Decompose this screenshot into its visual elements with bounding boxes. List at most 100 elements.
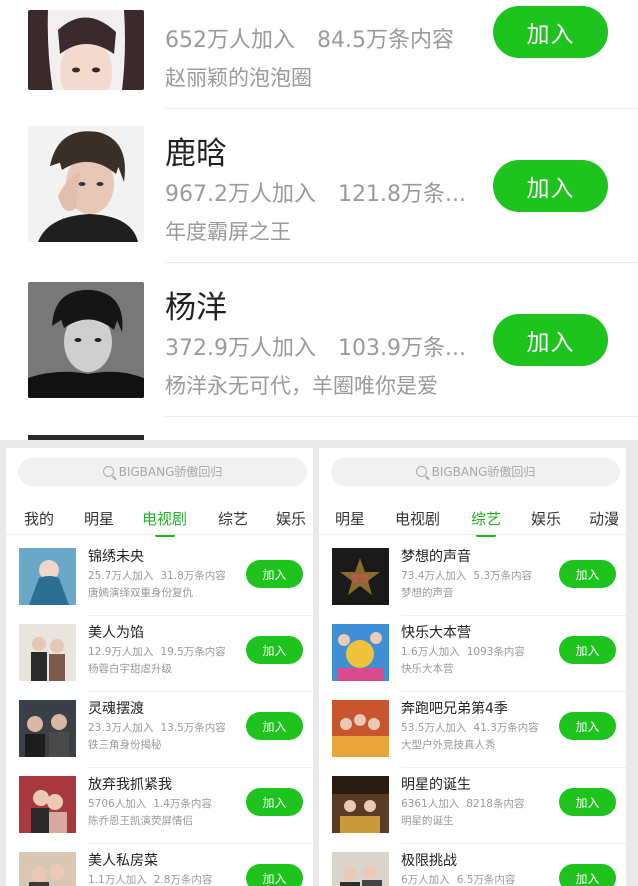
item-title: 放弃我抓紧我	[88, 777, 172, 793]
item-title: 明星的诞生	[401, 777, 471, 793]
content-count: 84.5万条内容	[317, 28, 454, 53]
tab-tv-drama[interactable]: 电视剧	[395, 508, 440, 529]
item-title: 奔跑吧兄弟第4季	[401, 701, 508, 717]
join-button[interactable]: 加入	[246, 712, 303, 740]
item-description: 明星的诞生	[401, 815, 454, 827]
search-icon	[102, 466, 114, 477]
tab-variety[interactable]: 综艺	[218, 508, 248, 529]
star-circle-list: 652万人加入 84.5万条内容 赵丽颖的泡泡圈 加入 鹿晗 967.2万人加入 1…	[0, 0, 638, 440]
tab-stars[interactable]: 明星	[335, 508, 365, 529]
tab-variety[interactable]: 综艺	[471, 508, 501, 537]
joined-count: 53.5万人加入	[401, 722, 467, 734]
join-button[interactable]: 加入	[246, 864, 303, 886]
list-item[interactable]: 美人私房菜 1.1万人加入 2.8万条内容 加入	[6, 844, 313, 886]
star-description: 赵丽颖的泡泡圈	[165, 66, 312, 90]
search-bar[interactable]: BIGBANG骄傲回归	[331, 458, 620, 486]
star-description: 杨洋永无可代，羊圈唯你是爱	[165, 374, 438, 398]
poster-thumbnail	[19, 852, 76, 886]
content-count: 41.3万条内容	[473, 722, 539, 734]
item-description: 杨蓉白宇甜虐升级	[88, 663, 172, 675]
star-description: 年度霸屏之王	[165, 220, 291, 244]
join-button[interactable]: 加入	[246, 560, 303, 588]
star-stats: 967.2万人加入 121.8万条...	[165, 176, 475, 208]
item-stats: 73.4万人加入 5.3万条内容	[401, 568, 532, 583]
item-description: 大型户外竞技真人秀	[401, 739, 496, 751]
item-description: 唐嫣演绎双重身份复仇	[88, 587, 193, 599]
join-button[interactable]: 加入	[493, 6, 608, 58]
list-item[interactable]: 奔跑吧兄弟第4季 53.5万人加入 41.3万条内容 大型户外竞技真人秀 加入	[319, 692, 626, 768]
list-item[interactable]: 极限挑战 6万人加入 6.5万条内容 加入	[319, 844, 626, 886]
join-button[interactable]: 加入	[493, 314, 608, 366]
join-button[interactable]: 加入	[246, 636, 303, 664]
search-placeholder: BIGBANG骄傲回归	[118, 465, 223, 479]
divider	[6, 534, 313, 535]
list-item[interactable]: 梦想 梦想的声音 73.4万人加入 5.3万条内容 梦想的声音 加入	[319, 540, 626, 616]
content-count: 31.8万条内容	[160, 570, 226, 582]
tab-mine[interactable]: 我的	[24, 508, 54, 529]
poster-thumbnail	[19, 700, 76, 757]
item-description: 梦想的声音	[401, 587, 454, 599]
item-title: 美人为馅	[88, 625, 144, 641]
join-button[interactable]: 加入	[559, 636, 616, 664]
list-item[interactable]: 灵魂摆渡 23.3万人加入 13.5万条内容 铁三角身份揭秘 加入	[6, 692, 313, 768]
joined-count: 372.9万人加入	[165, 336, 316, 361]
poster-thumbnail	[332, 776, 389, 833]
list-item[interactable]: 明星的诞生 6361人加入 8218条内容 明星的诞生 加入	[319, 768, 626, 844]
avatar	[28, 282, 144, 398]
star-name: 杨洋	[165, 290, 227, 326]
content-count: 103.9万条...	[337, 336, 466, 361]
poster-thumbnail	[19, 776, 76, 833]
content-count: 13.5万条内容	[160, 722, 226, 734]
tab-anime[interactable]: 动漫	[589, 508, 619, 529]
join-button[interactable]: 加入	[559, 788, 616, 816]
list-item[interactable]: 快乐大本营 1.6万人加入 1093条内容 快乐大本营 加入	[319, 616, 626, 692]
join-button[interactable]: 加入	[559, 712, 616, 740]
search-placeholder: BIGBANG骄傲回归	[431, 465, 536, 479]
item-description: 铁三角身份揭秘	[88, 739, 162, 751]
list-item[interactable]: 杨洋 372.9万人加入 103.9万条... 杨洋永无可代，羊圈唯你是爱 加入	[0, 272, 638, 426]
list-item[interactable]: 锦绣未央 25.7万人加入 31.8万条内容 唐嫣演绎双重身份复仇 加入	[6, 540, 313, 616]
poster-thumbnail: 梦想	[332, 548, 389, 605]
list-item[interactable]: 美人为馅 12.9万人加入 19.5万条内容 杨蓉白宇甜虐升级 加入	[6, 616, 313, 692]
poster-thumbnail	[19, 624, 76, 681]
star-name: 鹿晗	[165, 136, 227, 172]
list-item[interactable]: 放弃我抓紧我 5706人加入 1.4万条内容 陈乔恩王凯演荧屏情侣 加入	[6, 768, 313, 844]
search-bar[interactable]: BIGBANG骄傲回归	[18, 458, 307, 486]
joined-count: 12.9万人加入	[88, 646, 154, 658]
poster-thumbnail	[19, 548, 76, 605]
joined-count: 652万人加入	[165, 28, 295, 53]
joined-count: 1.1万人加入	[88, 874, 147, 886]
poster-thumbnail	[332, 700, 389, 757]
joined-count: 967.2万人加入	[165, 182, 316, 207]
poster-thumbnail	[332, 852, 389, 886]
tab-entertainment[interactable]: 娱乐	[531, 508, 561, 529]
star-stats: 652万人加入 84.5万条内容	[165, 22, 475, 54]
item-stats: 6361人加入 8218条内容	[401, 796, 524, 811]
tab-tv-drama[interactable]: 电视剧	[142, 508, 187, 537]
joined-count: 6361人加入	[401, 798, 460, 810]
join-button[interactable]: 加入	[559, 560, 616, 588]
content-count: 6.5万条内容	[456, 874, 516, 886]
item-title: 美人私房菜	[88, 853, 158, 869]
content-count: 1.4万条内容	[153, 798, 212, 810]
category-tabs: 明星 电视剧 综艺 娱乐 动漫	[319, 500, 626, 537]
divider	[165, 416, 638, 417]
avatar	[28, 10, 144, 90]
avatar	[28, 126, 144, 242]
item-stats: 6万人加入 6.5万条内容	[401, 872, 515, 886]
item-title: 极限挑战	[401, 853, 457, 869]
join-button[interactable]: 加入	[493, 160, 608, 212]
tab-stars[interactable]: 明星	[84, 508, 114, 529]
list-item[interactable]: 鹿晗 967.2万人加入 121.8万条... 年度霸屏之王 加入	[0, 118, 638, 272]
join-button[interactable]: 加入	[246, 788, 303, 816]
item-description: 陈乔恩王凯演荧屏情侣	[88, 815, 193, 827]
joined-count: 73.4万人加入	[401, 570, 467, 582]
list-item[interactable]: 652万人加入 84.5万条内容 赵丽颖的泡泡圈 加入	[0, 0, 638, 118]
content-count: 19.5万条内容	[160, 646, 226, 658]
join-button[interactable]: 加入	[559, 864, 616, 886]
item-stats: 5706人加入 1.4万条内容	[88, 796, 212, 811]
tab-entertainment[interactable]: 娱乐	[276, 508, 306, 529]
joined-count: 23.3万人加入	[88, 722, 154, 734]
item-description: 快乐大本营	[401, 663, 454, 675]
item-stats: 1.6万人加入 1093条内容	[401, 644, 525, 659]
